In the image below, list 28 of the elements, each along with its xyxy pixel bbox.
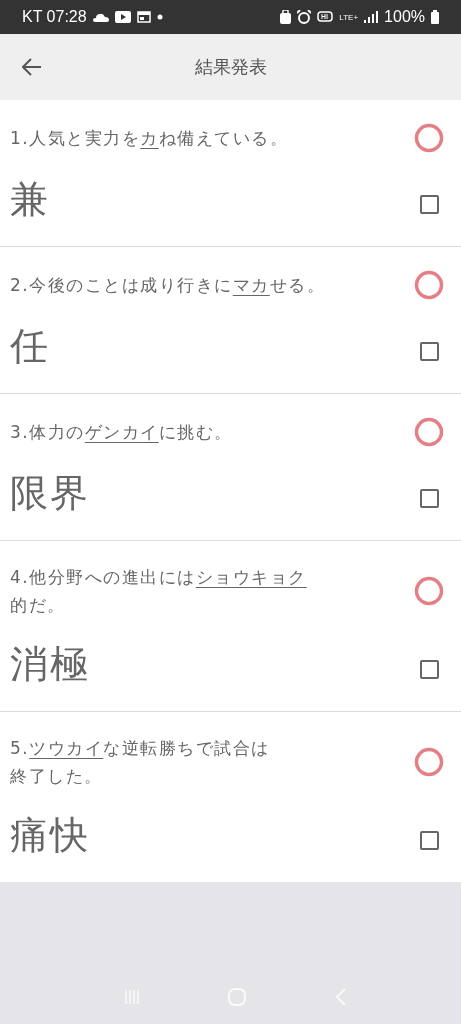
- answer-text: 兼: [10, 176, 50, 222]
- checkbox[interactable]: [419, 341, 439, 361]
- screen-title: 結果発表: [194, 55, 267, 79]
- answer-text: 消極: [10, 641, 90, 687]
- network-label: LTE+: [339, 12, 359, 22]
- checkbox[interactable]: [419, 830, 439, 850]
- checkbox[interactable]: [419, 659, 439, 679]
- cloud-icon: [92, 12, 109, 22]
- battery-icon: [431, 10, 439, 24]
- signal-icon: [364, 11, 379, 23]
- answer-text: 限界: [10, 470, 90, 516]
- question-text: 5.ツウカイ な逆転勝ちで試合は 終了した。: [10, 737, 270, 788]
- question-text: 4.他分野への進出には ショウキョク 的だ。: [10, 566, 307, 617]
- hd-icon: [317, 11, 334, 23]
- question-text: 1.人気と実力を カ ね備えている。: [10, 127, 289, 150]
- checkbox[interactable]: [419, 194, 439, 214]
- status-time: KT 07:28: [22, 8, 87, 26]
- answer-text: 任: [10, 323, 50, 369]
- answer-text: 痛快: [10, 812, 90, 858]
- battery-percent: 100%: [384, 8, 425, 26]
- question-text: 2.今後のことは成り行きに マカせる。: [10, 274, 326, 297]
- question-text: 3.体力のゲンカイ に挑む。: [10, 421, 233, 444]
- checkbox[interactable]: [419, 488, 439, 508]
- dot-icon: [156, 14, 163, 20]
- play-icon: [114, 11, 131, 23]
- alarm-icon: [297, 10, 312, 24]
- window-icon: [136, 11, 151, 23]
- back-arrow-icon[interactable]: [22, 58, 42, 76]
